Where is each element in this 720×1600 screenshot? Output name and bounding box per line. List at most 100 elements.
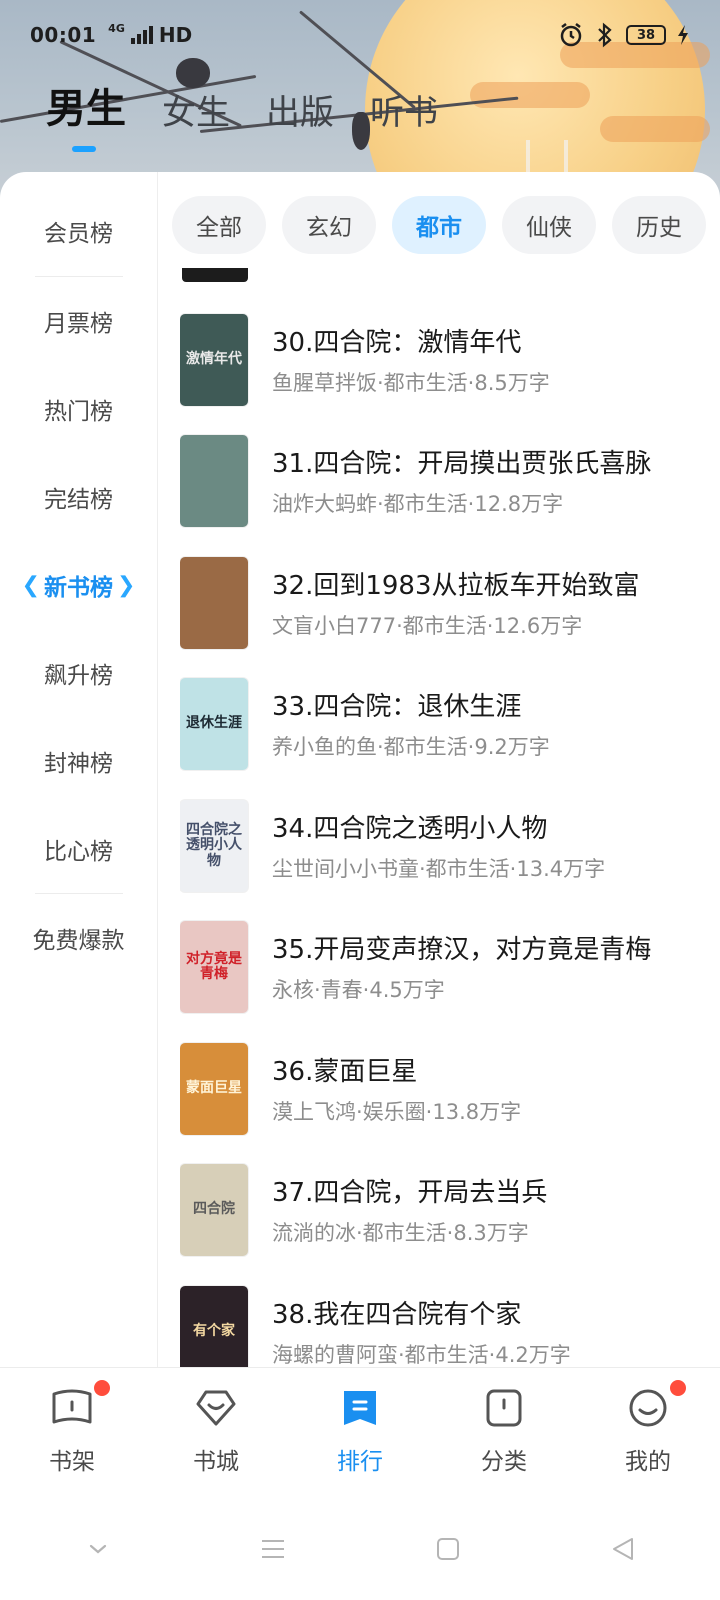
book-title: 36.蒙面巨星 <box>272 1057 418 1087</box>
book-title: 30.四合院：激情年代 <box>272 328 522 358</box>
charging-icon <box>678 25 688 45</box>
previous-book-cover <box>182 268 248 282</box>
cover-title: 退休生涯 <box>186 715 242 732</box>
filter-fantasy[interactable]: 玄幻 <box>282 196 376 254</box>
book-info: 30.四合院：激情年代 鱼腥草拌饭·都市生活·8.5万字 <box>272 314 550 406</box>
battery-icon: 38 <box>626 25 666 45</box>
book-meta: 永核·青春·4.5万字 <box>272 978 445 1002</box>
sidebar-item-popular[interactable]: 热门榜 <box>0 365 157 453</box>
status-time: 00:01 <box>30 23 97 47</box>
tab-audiobook[interactable]: 听书 <box>370 85 438 134</box>
book-info: 33.四合院：退休生涯 养小鱼的鱼·都市生活·9.2万字 <box>272 678 550 770</box>
nav-bookshelf[interactable]: 书架 <box>0 1368 144 1498</box>
signal-icon <box>130 26 153 44</box>
book-cover <box>180 435 248 527</box>
home-button[interactable] <box>418 1529 478 1569</box>
sidebar-item-label: 完结榜 <box>44 487 113 513</box>
book-row[interactable]: 有个家 38.我在四合院有个家 海螺的曹阿蛮·都市生活·4.2万字 <box>180 1286 720 1370</box>
network-type: 4G <box>108 22 125 35</box>
filter-all[interactable]: 全部 <box>172 196 266 254</box>
sidebar-item-label: 新书榜 <box>44 575 113 601</box>
book-row[interactable]: 对方竟是青梅 35.开局变声撩汉，对方竟是青梅 永核·青春·4.5万字 <box>180 921 720 1013</box>
sidebar-item-heart[interactable]: 比心榜 <box>0 805 157 893</box>
hand-decoration <box>526 140 568 174</box>
book-row[interactable]: 四合院之透明小人物 34.四合院之透明小人物 尘世间小小书童·都市生活·13.4… <box>180 800 720 892</box>
cover-title: 四合院 <box>193 1201 235 1218</box>
cover-title: 激情年代 <box>186 351 242 368</box>
sidebar-item-free-hits[interactable]: 免费爆款 <box>0 894 157 982</box>
tab-publishing[interactable]: 出版 <box>266 85 334 134</box>
book-meta: 流淌的冰·都市生活·8.3万字 <box>272 1221 529 1245</box>
category-filters: 全部 玄幻 都市 仙侠 历史 <box>172 196 706 254</box>
tab-male[interactable]: 男生 <box>46 76 126 152</box>
book-info: 38.我在四合院有个家 海螺的曹阿蛮·都市生活·4.2万字 <box>272 1286 571 1370</box>
sidebar-item-monthly-ticket[interactable]: 月票榜 <box>0 277 157 365</box>
cover-title <box>212 479 216 483</box>
book-info: 35.开局变声撩汉，对方竟是青梅 永核·青春·4.5万字 <box>272 921 651 1013</box>
book-info: 31.四合院：开局摸出贾张氏喜脉 油炸大蚂蚱·都市生活·12.8万字 <box>272 435 651 527</box>
profile-icon <box>629 1389 667 1427</box>
heart-icon <box>196 1390 236 1426</box>
book-cover: 有个家 <box>180 1286 248 1370</box>
book-row[interactable]: 蒙面巨星 36.蒙面巨星 漠上飞鸿·娱乐圈·13.8万字 <box>180 1043 720 1135</box>
sidebar-item-label: 飙升榜 <box>44 663 113 689</box>
back-button[interactable] <box>593 1529 653 1569</box>
sidebar-item-label: 免费爆款 <box>32 928 125 954</box>
nav-label: 书城 <box>193 1449 239 1475</box>
book-cover: 退休生涯 <box>180 678 248 770</box>
nav-ranking[interactable]: 排行 <box>288 1368 432 1498</box>
nav-bookstore[interactable]: 书城 <box>144 1368 288 1498</box>
tab-female[interactable]: 女生 <box>162 85 230 134</box>
menu-icon <box>261 1539 284 1558</box>
network-label: HD <box>158 23 193 47</box>
book-row[interactable]: 退休生涯 33.四合院：退休生涯 养小鱼的鱼·都市生活·9.2万字 <box>180 678 720 770</box>
book-row[interactable]: 31.四合院：开局摸出贾张氏喜脉 油炸大蚂蚱·都市生活·12.8万字 <box>180 435 720 527</box>
book-info: 37.四合院，开局去当兵 流淌的冰·都市生活·8.3万字 <box>272 1164 547 1256</box>
sidebar-item-legend[interactable]: 封神榜 <box>0 717 157 805</box>
cover-title: 有个家 <box>193 1323 235 1340</box>
book-meta: 海螺的曹阿蛮·都市生活·4.2万字 <box>272 1343 571 1367</box>
sidebar-item-label: 热门榜 <box>44 399 113 425</box>
book-row[interactable]: 激情年代 30.四合院：激情年代 鱼腥草拌饭·都市生活·8.5万字 <box>180 314 720 406</box>
rank-icon <box>344 1391 376 1425</box>
filter-urban[interactable]: 都市 <box>392 196 486 254</box>
network-indicator: 4G HD <box>108 23 192 47</box>
book-title: 35.开局变声撩汉，对方竟是青梅 <box>272 935 652 965</box>
book-title: 34.四合院之透明小人物 <box>272 814 548 844</box>
cover-title: 对方竟是青梅 <box>186 950 242 982</box>
cover-title: 蒙面巨星 <box>186 1080 242 1097</box>
nav-label: 分类 <box>481 1449 527 1475</box>
collapse-button[interactable] <box>68 1529 128 1569</box>
filter-xianxia[interactable]: 仙侠 <box>502 196 596 254</box>
book-meta: 文盲小白777·都市生活·12.6万字 <box>272 614 583 638</box>
sidebar-item-rising[interactable]: 飙升榜 <box>0 629 157 717</box>
sidebar-item-member[interactable]: 会员榜 <box>0 172 157 276</box>
sidebar-item-label: 封神榜 <box>44 751 113 777</box>
chevron-down-icon <box>89 1544 106 1553</box>
gender-tabs: 男生 女生 出版 听书 <box>46 76 438 152</box>
badge-dot <box>670 1380 686 1396</box>
book-meta: 尘世间小小书童·都市生活·13.4万字 <box>272 857 606 881</box>
book-row[interactable]: 四合院 37.四合院，开局去当兵 流淌的冰·都市生活·8.3万字 <box>180 1164 720 1256</box>
book-meta: 油炸大蚂蚱·都市生活·12.8万字 <box>272 492 564 516</box>
alarm-icon <box>560 23 582 47</box>
bottom-nav: 书架 书城 排行 分类 我的 <box>0 1367 720 1497</box>
nav-label: 我的 <box>625 1449 671 1475</box>
book-info: 36.蒙面巨星 漠上飞鸿·娱乐圈·13.8万字 <box>272 1043 521 1135</box>
battery-level: 38 <box>636 27 656 43</box>
nav-profile[interactable]: 我的 <box>576 1368 720 1498</box>
nav-label: 排行 <box>337 1449 383 1475</box>
sidebar-item-label: 会员榜 <box>44 221 113 247</box>
sidebar-item-new-books[interactable]: ❮ 新书榜 ❯ <box>0 541 157 629</box>
cover-title <box>212 601 216 605</box>
book-row[interactable]: 32.回到1983从拉板车开始致富 文盲小白777·都市生活·12.6万字 <box>180 557 720 649</box>
nav-category[interactable]: 分类 <box>432 1368 576 1498</box>
sidebar-item-label: 比心榜 <box>44 839 113 865</box>
book-cover <box>180 557 248 649</box>
filter-history[interactable]: 历史 <box>612 196 706 254</box>
book-title: 31.四合院：开局摸出贾张氏喜脉 <box>272 449 652 479</box>
menu-button[interactable] <box>243 1529 303 1569</box>
sidebar-item-completed[interactable]: 完结榜 <box>0 453 157 541</box>
book-icon <box>52 1389 92 1424</box>
cloud-decoration <box>470 82 590 108</box>
